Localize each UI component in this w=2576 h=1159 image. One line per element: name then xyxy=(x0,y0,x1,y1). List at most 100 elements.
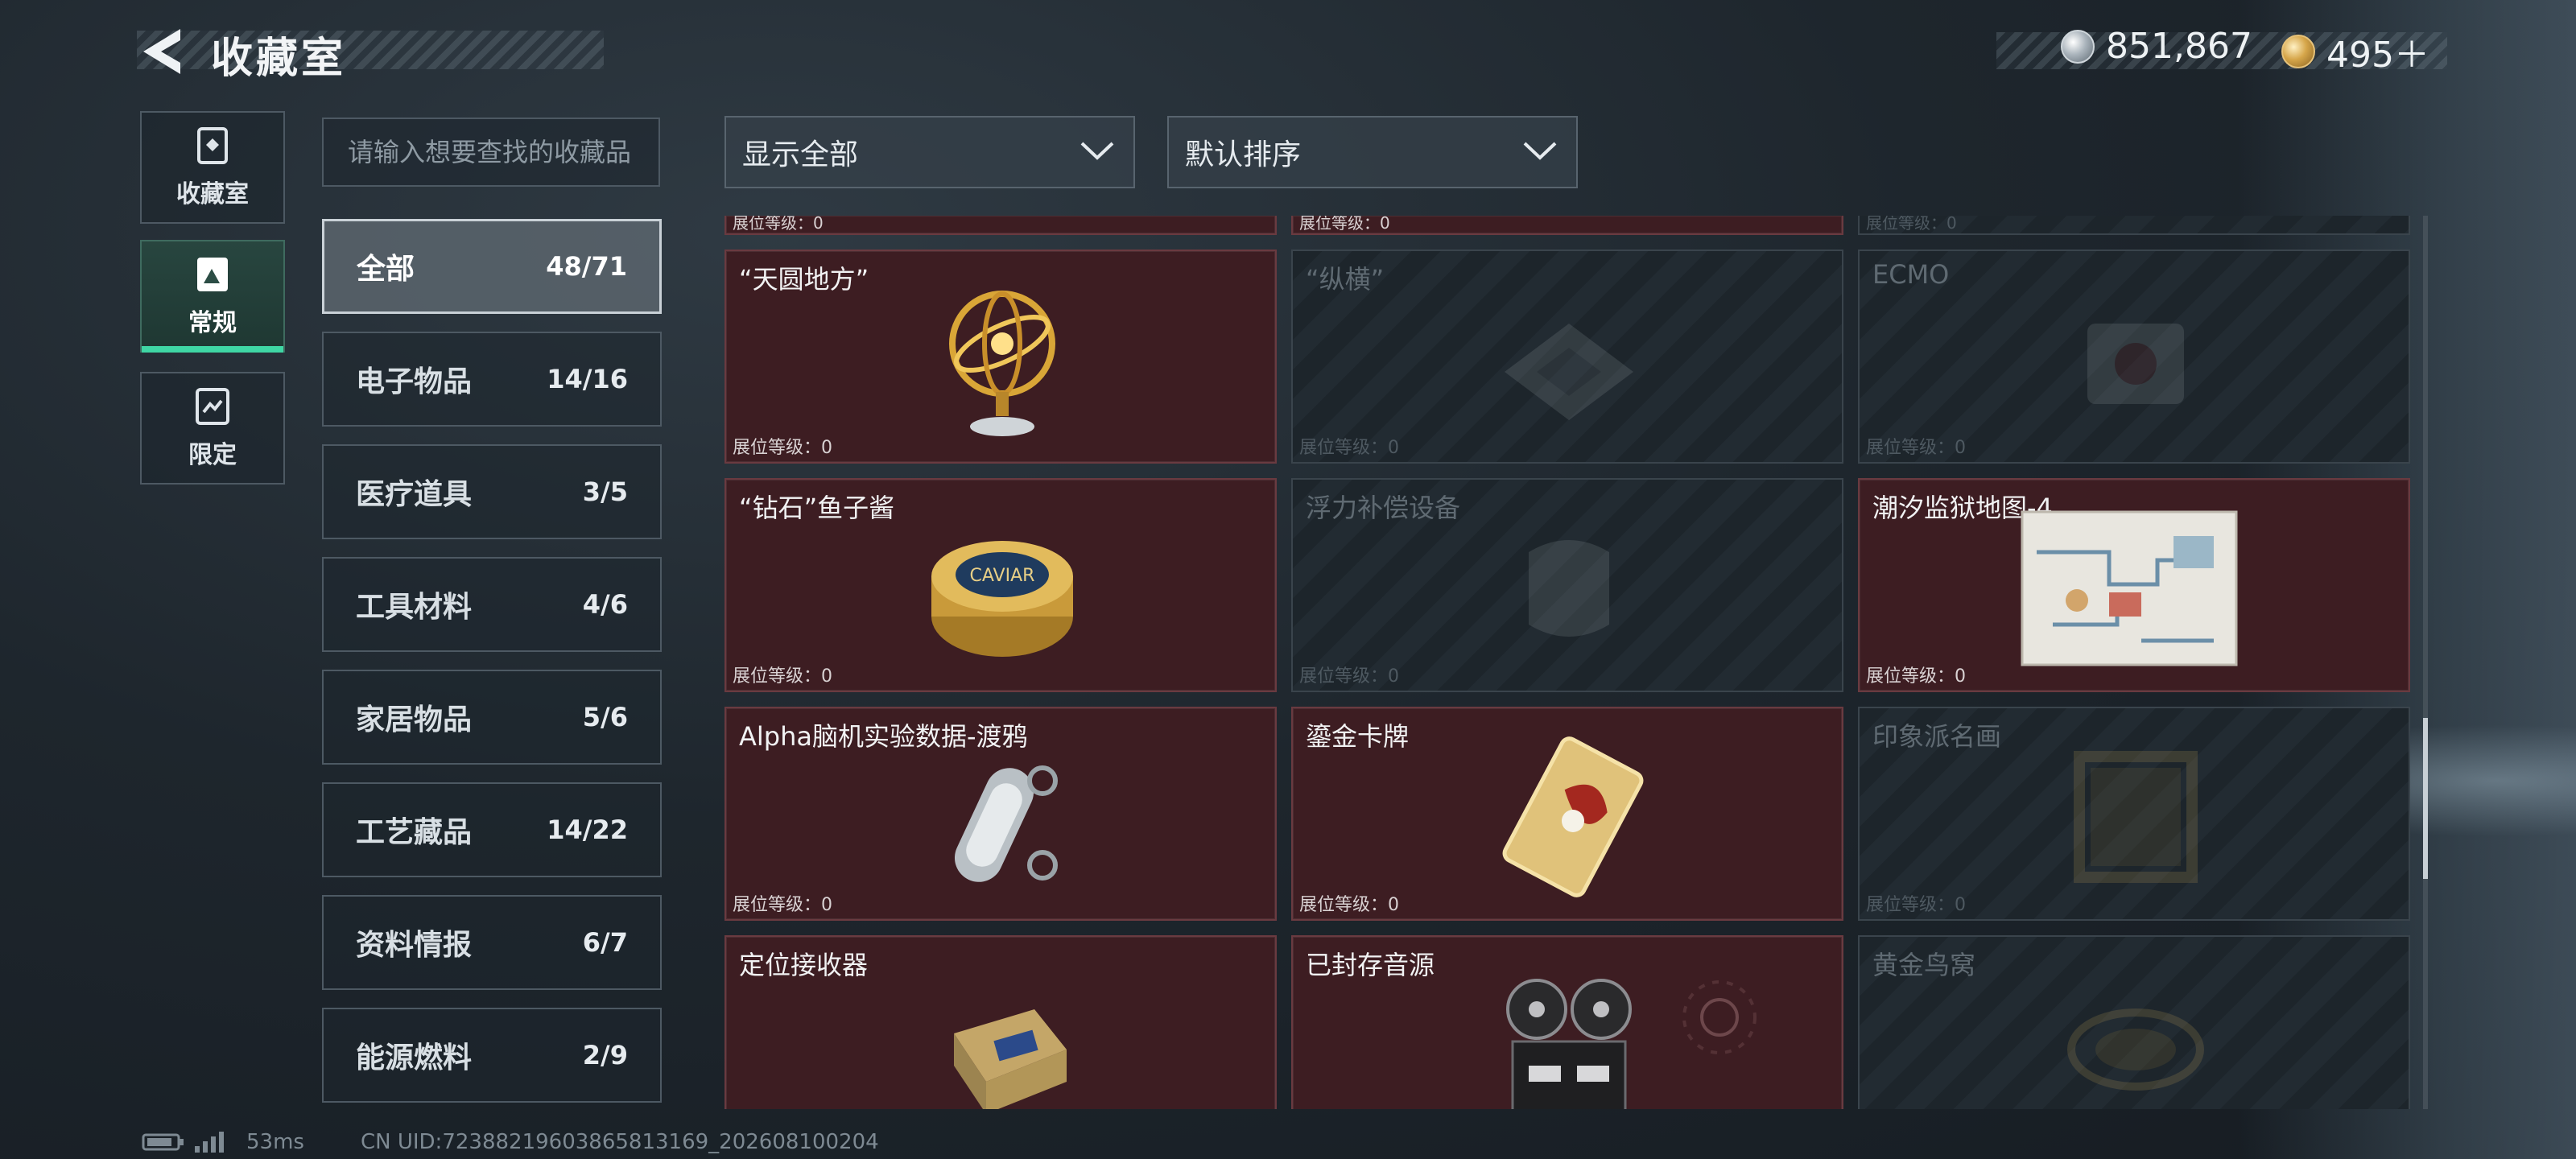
category-name: 能源燃料 xyxy=(356,1041,473,1074)
data-capsule-icon xyxy=(954,765,1058,882)
item-title: 已封存音源 xyxy=(1306,950,1435,980)
currency-primary-value: 851,867 xyxy=(2106,26,2252,67)
signal-strength-icon xyxy=(195,1132,224,1153)
item-level: 展位等级：0 xyxy=(1866,666,1966,687)
nav-collection-label: 收藏室 xyxy=(176,180,249,208)
category-count: 14/22 xyxy=(547,815,628,845)
category-count: 4/6 xyxy=(582,589,628,620)
filter-dropdown-value: 显示全部 xyxy=(742,138,859,171)
item-card[interactable]: 已封存音源 展位等级：0 xyxy=(1291,935,1843,1109)
item-level: 展位等级：0 xyxy=(1299,216,1390,233)
category-energy[interactable]: 能源燃料 2/9 xyxy=(322,1008,662,1103)
category-crafts[interactable]: 工艺藏品 14/22 xyxy=(322,782,662,877)
category-count: 2/9 xyxy=(582,1040,628,1070)
category-tools[interactable]: 工具材料 4/6 xyxy=(322,557,662,652)
chessboard-icon xyxy=(1505,324,1633,420)
status-footer: 53ms CN UID:7238821960386581316​9_202608… xyxy=(142,1130,879,1154)
item-title: 定位接收器 xyxy=(739,950,869,980)
item-title: 印象派名画 xyxy=(1872,721,2002,752)
ecmo-machine-icon xyxy=(2087,324,2184,404)
category-all[interactable]: 全部 48/71 xyxy=(322,219,662,314)
search-input[interactable] xyxy=(322,118,660,187)
header-stripe xyxy=(137,31,604,69)
back-arrow-icon[interactable] xyxy=(138,26,187,77)
item-card[interactable]: Alpha脑机实验数据-渡鸦 展位等级：0 xyxy=(724,707,1277,921)
regular-icon xyxy=(197,258,228,291)
item-card[interactable]: “钻石”鱼子酱 CAVIAR 展位等级：0 xyxy=(724,478,1277,692)
category-count: 14/16 xyxy=(547,364,628,394)
item-card-partial[interactable]: 展位等级：0 xyxy=(724,216,1277,235)
category-name: 工具材料 xyxy=(356,591,473,624)
silver-coin-icon xyxy=(2061,29,2095,64)
category-household[interactable]: 家居物品 5/6 xyxy=(322,670,662,765)
item-card[interactable]: 浮力补偿设备 展位等级：0 xyxy=(1291,478,1843,692)
nav-collection[interactable]: 收藏室 xyxy=(140,111,285,224)
item-level: 展位等级：0 xyxy=(1866,438,1966,458)
item-card[interactable]: “纵横” 展位等级：0 xyxy=(1291,250,1843,464)
chevron-down-icon xyxy=(1523,142,1557,160)
item-card[interactable]: 黄金鸟窝 展位等级：0 xyxy=(1858,935,2410,1109)
item-title: ECMO xyxy=(1872,259,1950,290)
limited-icon xyxy=(196,388,229,425)
category-intel[interactable]: 资料情报 6/7 xyxy=(322,895,662,990)
item-level: 展位等级：0 xyxy=(1299,438,1399,458)
collection-grid: 展位等级：0 展位等级：0 展位等级：0 “天圆地方” 展位等级：0 “纵横” … xyxy=(723,216,2413,1109)
collection-icon xyxy=(197,127,228,164)
currency-secondary[interactable]: 495＋ xyxy=(2281,26,2429,77)
nav-limited-label: 限定 xyxy=(188,441,237,469)
item-level: 展位等级：0 xyxy=(733,216,824,233)
buoyancy-device-icon xyxy=(1529,540,1609,637)
gilded-card-icon xyxy=(1502,736,1644,897)
page-title: 收藏室 xyxy=(211,35,347,83)
item-title: 鎏金卡牌 xyxy=(1306,721,1410,752)
item-title: “纵横” xyxy=(1306,264,1385,295)
gps-receiver-icon xyxy=(954,1009,1067,1109)
category-count: 6/7 xyxy=(582,927,628,958)
item-card[interactable]: 鎏金卡牌 展位等级：0 xyxy=(1291,707,1843,921)
item-card[interactable]: 定位接收器 展位等级：0 xyxy=(724,935,1277,1109)
golden-nest-icon xyxy=(2067,1008,2204,1091)
category-electronics[interactable]: 电子物品 14/16 xyxy=(322,332,662,427)
category-medical[interactable]: 医疗道具 3/5 xyxy=(322,444,662,539)
nav-limited[interactable]: 限定 xyxy=(140,372,285,485)
item-card[interactable]: 潮汐监狱地图-4 展位等级：0 xyxy=(1858,478,2410,692)
currency-secondary-value: 495＋ xyxy=(2326,35,2429,76)
sort-dropdown-value: 默认排序 xyxy=(1185,138,1302,171)
ping-value: 53ms xyxy=(246,1130,304,1154)
item-level: 展位等级：0 xyxy=(733,895,832,915)
item-card[interactable]: ECMO 展位等级：0 xyxy=(1858,250,2410,464)
caviar-tin-icon: CAVIAR xyxy=(931,541,1073,657)
prison-map-icon xyxy=(2021,510,2238,666)
gold-coin-icon xyxy=(2281,35,2315,68)
category-count: 3/5 xyxy=(582,476,628,507)
grid-scrollbar[interactable] xyxy=(2423,216,2428,1109)
armillary-sphere-icon xyxy=(949,291,1055,436)
category-name: 家居物品 xyxy=(356,703,473,736)
category-name: 医疗道具 xyxy=(356,478,473,511)
item-card[interactable]: 印象派名画 展位等级：0 xyxy=(1858,707,2410,921)
item-level: 展位等级：0 xyxy=(1299,666,1399,687)
sort-dropdown[interactable]: 默认排序 xyxy=(1167,116,1578,188)
user-uid: CN UID:7238821960386581316​9_20260810020… xyxy=(360,1130,879,1154)
item-level: 展位等级：0 xyxy=(1866,895,1966,915)
category-count: 5/6 xyxy=(582,702,628,732)
grid-scrollbar-thumb[interactable] xyxy=(2423,718,2428,879)
item-title: “钻石”鱼子酱 xyxy=(739,493,895,523)
nav-regular[interactable]: 常规 xyxy=(140,240,285,353)
item-card-partial[interactable]: 展位等级：0 xyxy=(1858,216,2410,235)
item-title: 黄金鸟窝 xyxy=(1872,950,1976,980)
item-level: 展位等级：0 xyxy=(1866,216,1957,233)
item-level: 展位等级：0 xyxy=(733,438,832,458)
item-level: 展位等级：0 xyxy=(1299,895,1399,915)
currency-primary: 851,867 xyxy=(2061,26,2252,67)
filter-dropdown[interactable]: 显示全部 xyxy=(724,116,1135,188)
battery-icon xyxy=(142,1133,184,1151)
nav-regular-label: 常规 xyxy=(188,309,237,337)
item-card[interactable]: “天圆地方” 展位等级：0 xyxy=(724,250,1277,464)
item-title: 浮力补偿设备 xyxy=(1306,493,1461,523)
category-name: 资料情报 xyxy=(356,929,473,962)
item-card-partial[interactable]: 展位等级：0 xyxy=(1291,216,1843,235)
svg-text:CAVIAR: CAVIAR xyxy=(970,566,1035,586)
category-count: 48/71 xyxy=(546,251,627,282)
nav-active-indicator xyxy=(142,346,283,353)
